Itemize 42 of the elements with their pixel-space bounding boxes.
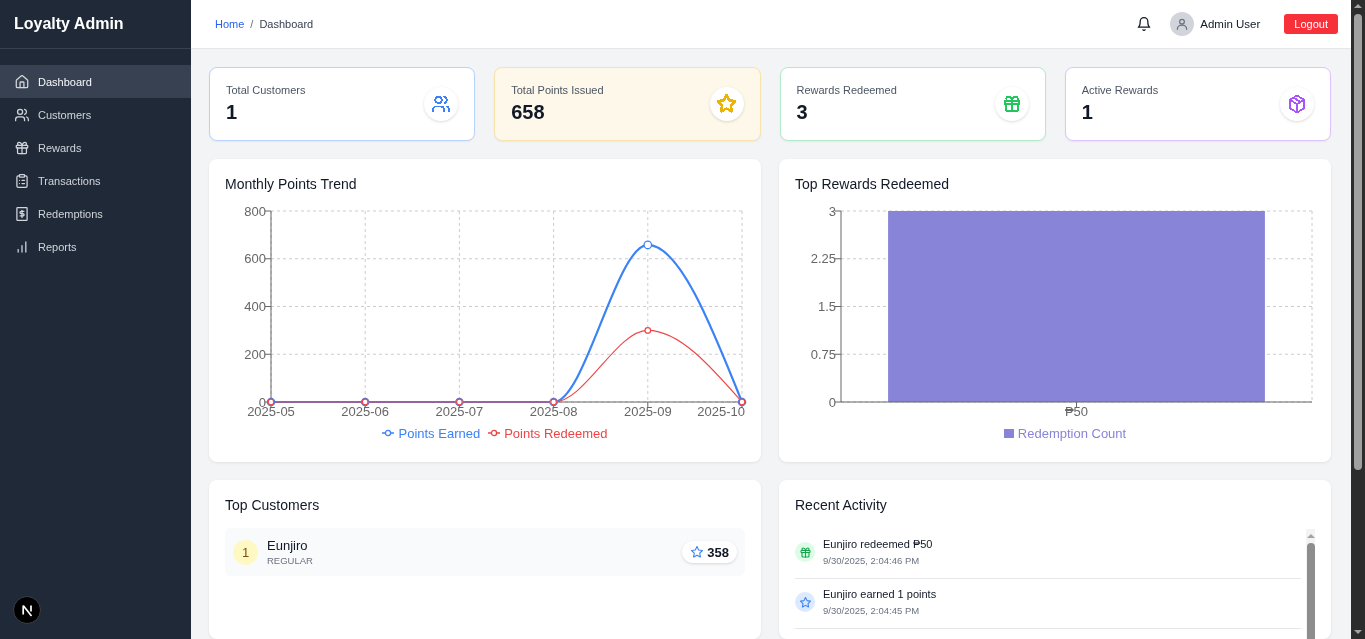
customer-name: Eunjiro (267, 537, 308, 554)
card-title: Monthly Points Trend (225, 175, 358, 194)
legend-label: Redemption Count (1017, 425, 1127, 441)
axis-tick-label: 0 (828, 394, 836, 410)
activity-time: 9/30/2025, 2:04:46 PM (823, 554, 921, 567)
stat-value: 1 (226, 100, 239, 124)
axis-tick-label: 1.5 (817, 299, 836, 314)
user-name: Admin User (1200, 18, 1261, 30)
stat-label: Rewards Redeemed (796, 83, 897, 97)
axis-tick-label: 2025-10 (697, 404, 745, 419)
activity-text: Eunjiro earned 1 points (823, 587, 937, 601)
axis-tick-label: 2025-09 (623, 404, 672, 419)
rank-badge: 1 (233, 539, 258, 565)
axis-tick-label: 2.25 (810, 251, 836, 267)
card-title: Top Rewards Redeemed (795, 175, 951, 194)
axis-tick-label: ₱50 (1064, 404, 1089, 419)
axis-tick-label: 600 (244, 251, 266, 267)
axis-tick-label: 800 (244, 203, 266, 219)
stat-value: 1 (1081, 100, 1094, 124)
axis-tick-label: 3 (828, 203, 836, 219)
stat-label: Total Customers (226, 83, 306, 97)
activity-time: 9/30/2025, 2:04:45 PM (823, 604, 921, 617)
stat-value: 3 (796, 100, 809, 124)
points-value: 358 (707, 544, 729, 560)
card-title: Recent Activity (795, 496, 888, 515)
axis-tick-label: 200 (244, 346, 266, 362)
stat-value: 658 (511, 100, 546, 124)
axis-tick-label: 0.75 (810, 346, 836, 362)
axis-tick-label: 2025-07 (435, 404, 484, 419)
activity-text: Eunjiro redeemed ₱50 (823, 537, 933, 551)
legend-label: Points Earned (398, 425, 481, 441)
axis-tick-label: 2025-06 (341, 404, 390, 419)
tier-label: REGULAR (267, 554, 313, 567)
breadcrumb-separator: / (250, 18, 254, 30)
card-title: Top Customers (225, 496, 321, 515)
axis-tick-label: 400 (244, 299, 266, 314)
app-title: Loyalty Admin (14, 15, 124, 33)
axis-tick-label: 2025-08 (529, 404, 578, 419)
stat-label: Active Rewards (1081, 83, 1159, 97)
stat-label: Total Points Issued (511, 83, 604, 97)
breadcrumb-current: Dashboard (259, 18, 314, 30)
legend-label: Points Redeemed (504, 425, 608, 441)
